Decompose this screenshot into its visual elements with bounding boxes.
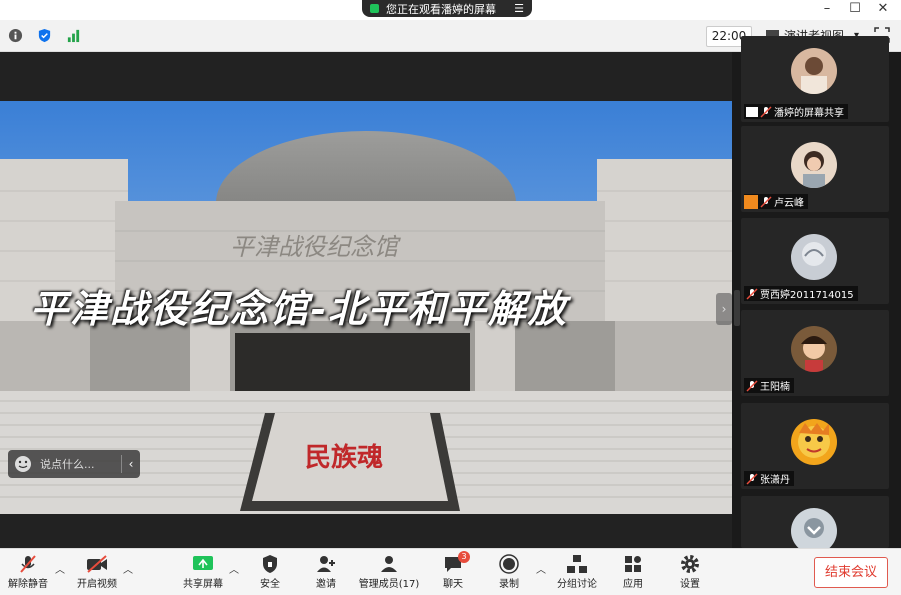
video-off-icon	[87, 555, 107, 573]
chevron-up-icon[interactable]: ︿	[536, 561, 546, 576]
participant-label: 卢云峰	[744, 194, 808, 209]
start-video-label: 开启视频	[77, 579, 117, 590]
avatar	[791, 419, 837, 465]
settings-label: 设置	[680, 579, 700, 590]
security-button[interactable]: 安全	[255, 553, 285, 590]
participant-name: 贾西婷2011714015	[760, 290, 854, 301]
apps-icon	[625, 556, 641, 572]
emoji-icon[interactable]	[14, 455, 32, 473]
maximize-icon[interactable]: ☐	[842, 0, 868, 18]
record-button[interactable]: 录制	[496, 553, 522, 590]
minimize-icon[interactable]: –	[814, 0, 840, 18]
breakout-label: 分组讨论	[557, 579, 597, 590]
panel-resize-handle[interactable]	[734, 290, 740, 326]
participant-name: 王阳楠	[760, 382, 790, 393]
add-user-icon	[317, 556, 335, 572]
screen-share-icon	[746, 106, 758, 117]
chevron-up-icon[interactable]: ︿	[229, 561, 239, 576]
invite-button[interactable]: 邀请	[310, 553, 342, 590]
participant-tile[interactable]: 潘婷的屏幕共享	[741, 36, 889, 122]
participant-label: 潘婷的屏幕共享	[744, 104, 848, 119]
participant-tile[interactable]	[741, 496, 889, 554]
invite-label: 邀请	[316, 579, 336, 590]
share-notice-text: 您正在观看潘婷的屏幕	[386, 2, 496, 16]
shield-icon[interactable]	[37, 28, 52, 43]
manage-participants-button[interactable]: 管理成员(17)	[356, 553, 422, 590]
record-label: 录制	[499, 579, 519, 590]
collapse-gallery-button[interactable]: ›	[716, 293, 732, 325]
participant-label: 张潇丹	[744, 471, 794, 486]
participant-name: 卢云峰	[774, 198, 804, 209]
quick-chat-input[interactable]: 说点什么... ‹	[8, 450, 140, 478]
avatar	[791, 234, 837, 280]
mic-muted-icon	[746, 379, 758, 392]
unmute-button[interactable]: 解除静音	[6, 553, 50, 590]
window-titlebar: 您正在观看潘婷的屏幕 ☰ – ☐ ✕	[0, 0, 901, 20]
share-screen-icon	[193, 556, 213, 570]
participant-label: 王阳楠	[744, 378, 794, 393]
security-label: 安全	[260, 579, 280, 590]
share-screen-label: 共享屏幕	[183, 579, 223, 590]
share-screen-button[interactable]: 共享屏幕	[180, 553, 226, 590]
mic-muted-icon	[746, 472, 758, 485]
share-status-icon	[370, 4, 379, 13]
participant-tile[interactable]: 贾西婷2011714015	[741, 218, 889, 304]
menu-icon[interactable]: ☰	[514, 2, 524, 15]
end-meeting-button[interactable]: 结束会议	[814, 557, 888, 588]
signal-icon[interactable]	[66, 28, 81, 43]
participant-tile[interactable]: 王阳楠	[741, 310, 889, 396]
apps-label: 应用	[623, 579, 643, 590]
chat-label: 聊天	[443, 579, 463, 590]
info-icon[interactable]	[8, 28, 23, 43]
mic-muted-icon	[760, 195, 772, 208]
video-overlay-title: 平津战役纪念馆-北平和平解放	[30, 286, 568, 331]
chevron-up-icon[interactable]: ︿	[55, 561, 65, 576]
unmute-label: 解除静音	[8, 579, 48, 590]
participants-icon	[381, 556, 397, 572]
avatar	[791, 326, 837, 372]
avatar	[791, 142, 837, 188]
meeting-toolbar: 解除静音 ︿ 开启视频 ︿ 共享屏幕 ︿ 安全 邀请 管理成员(17) 3 聊天…	[0, 548, 901, 595]
settings-button[interactable]: 设置	[677, 553, 703, 590]
breakout-rooms-button[interactable]: 分组讨论	[555, 553, 599, 590]
chat-badge: 3	[458, 551, 470, 563]
chevron-up-icon[interactable]: ︿	[123, 561, 133, 576]
chevron-left-icon[interactable]: ‹	[122, 457, 140, 471]
chat-placeholder: 说点什么...	[40, 458, 95, 471]
start-video-button[interactable]: 开启视频	[74, 553, 120, 590]
participant-label: 贾西婷2011714015	[744, 286, 858, 301]
stair-inscription: 民族魂	[305, 442, 383, 473]
participant-tile[interactable]: 张潇丹	[741, 403, 889, 489]
user-icon	[744, 194, 758, 209]
avatar	[791, 48, 837, 94]
apps-button[interactable]: 应用	[620, 553, 646, 590]
building-sign: 平津战役纪念馆	[230, 233, 401, 261]
manage-participants-label: 管理成员(17)	[358, 579, 420, 590]
record-icon	[499, 554, 519, 574]
breakout-icon	[567, 555, 587, 573]
shield-icon	[263, 555, 277, 573]
gear-icon	[681, 555, 699, 573]
screen-share-notice[interactable]: 您正在观看潘婷的屏幕 ☰	[362, 0, 532, 17]
close-icon[interactable]: ✕	[870, 0, 896, 18]
mic-muted-icon	[20, 555, 36, 573]
participant-tile[interactable]: 卢云峰	[741, 126, 889, 212]
participant-name: 张潇丹	[760, 475, 790, 486]
chat-button[interactable]: 3 聊天	[440, 551, 470, 590]
mic-muted-icon	[746, 287, 758, 300]
mic-muted-icon	[760, 105, 772, 118]
participant-name: 潘婷的屏幕共享	[774, 108, 844, 119]
